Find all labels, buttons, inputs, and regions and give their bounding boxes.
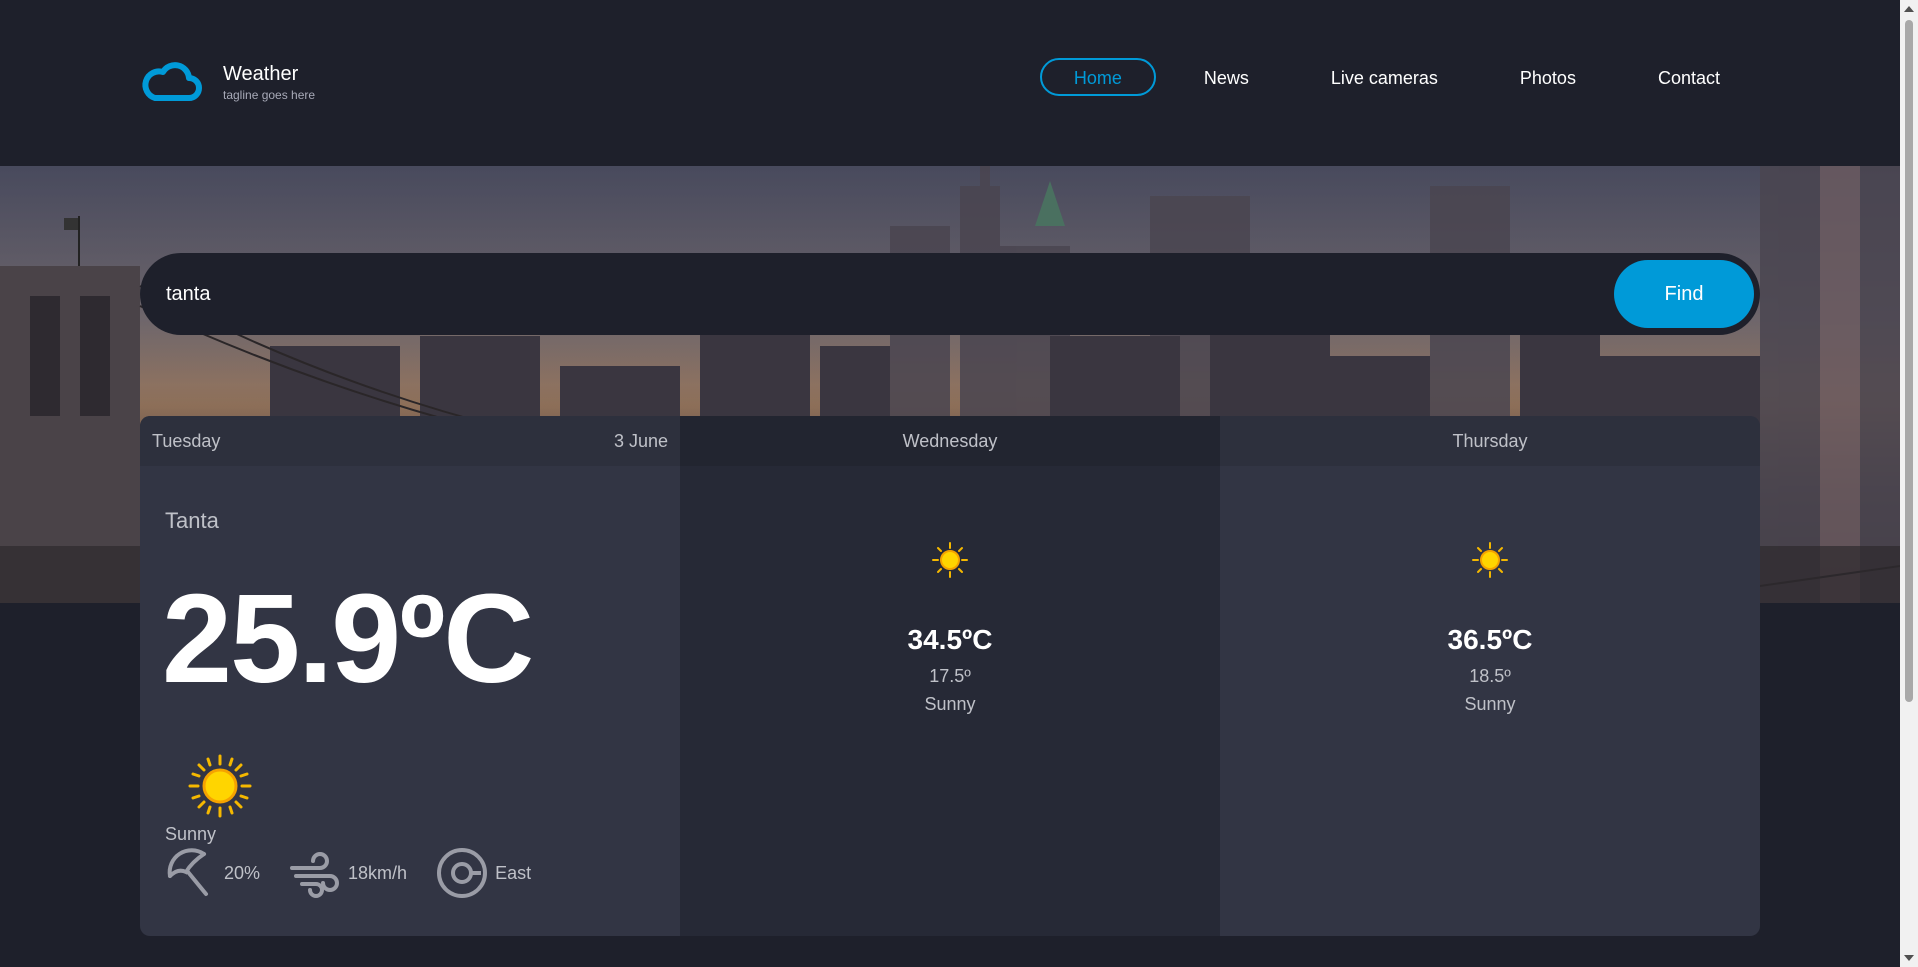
- umbrella-icon: [167, 848, 208, 896]
- cloud-icon: [142, 62, 202, 101]
- scrollbar-thumb[interactable]: [1905, 20, 1913, 702]
- today-condition: Sunny: [165, 824, 217, 844]
- direction-stat: East: [435, 846, 531, 900]
- day-3-max-temp: 36.5ºC: [1447, 624, 1533, 655]
- main-nav: Home News Live cameras Photos Contact: [1039, 58, 1730, 96]
- nav-photos[interactable]: Photos: [1510, 58, 1586, 96]
- weather-page: Weather tagline goes here Home News Live…: [0, 0, 1918, 967]
- search-input[interactable]: [166, 253, 1516, 335]
- brand-tagline: tagline goes here: [223, 88, 316, 102]
- find-button[interactable]: Find: [1614, 260, 1754, 328]
- today-stats: 20% 18km/h East: [164, 846, 559, 900]
- wind-stat: 18km/h: [288, 846, 407, 900]
- sun-icon: [932, 542, 968, 578]
- nav-news[interactable]: News: [1194, 58, 1259, 96]
- sun-icon: [1472, 542, 1508, 578]
- location-name: Tanta: [165, 508, 219, 533]
- day-3-header: Thursday: [1220, 416, 1760, 466]
- forecast-today: Tuesday 3 June Tanta 25.9ºC Sunny 20% 18…: [140, 416, 680, 936]
- sun-icon: [188, 754, 252, 818]
- nav-live-cameras[interactable]: Live cameras: [1321, 58, 1448, 96]
- today-date: 3 June: [613, 430, 668, 451]
- day-2-min-temp: 17.5º: [929, 666, 971, 686]
- brand-text: Weather tagline goes here: [223, 62, 315, 102]
- page-scrollbar[interactable]: [1900, 0, 1918, 967]
- scroll-up-arrow-icon[interactable]: [1904, 6, 1914, 12]
- day-2-condition: Sunny: [924, 694, 976, 714]
- wind-icon: [290, 852, 340, 898]
- wind-direction-value: East: [495, 862, 532, 883]
- current-temperature: 25.9ºC: [162, 568, 534, 709]
- rain-value: 20%: [224, 862, 261, 883]
- day-3-min-temp: 18.5º: [1469, 666, 1511, 686]
- location-search: Find: [140, 253, 1760, 335]
- forecast-table: Tuesday 3 June Tanta 25.9ºC Sunny 20% 18…: [140, 416, 1760, 936]
- site-header: Weather tagline goes here Home News Live…: [0, 0, 1900, 166]
- nav-home[interactable]: Home: [1039, 58, 1156, 96]
- brand[interactable]: Weather tagline goes here: [139, 60, 315, 104]
- rain-stat: 20%: [164, 846, 260, 900]
- compass-icon: [437, 848, 488, 898]
- brand-name: Weather: [223, 63, 299, 85]
- day-2-header: Wednesday: [680, 416, 1220, 466]
- day-2-max-temp: 34.5ºC: [907, 624, 993, 655]
- forecast-day-2: Wednesday 34.5ºC 17.5º Sunny: [680, 416, 1220, 936]
- today-header: Tuesday 3 June: [140, 416, 680, 466]
- nav-contact[interactable]: Contact: [1648, 58, 1730, 96]
- forecast-day-3: Thursday 36.5ºC 18.5º Sunny: [1220, 416, 1760, 936]
- wind-speed-value: 18km/h: [348, 862, 408, 883]
- today-day: Tuesday: [152, 430, 221, 451]
- day-3-condition: Sunny: [1464, 694, 1516, 714]
- scroll-down-arrow-icon[interactable]: [1904, 955, 1914, 961]
